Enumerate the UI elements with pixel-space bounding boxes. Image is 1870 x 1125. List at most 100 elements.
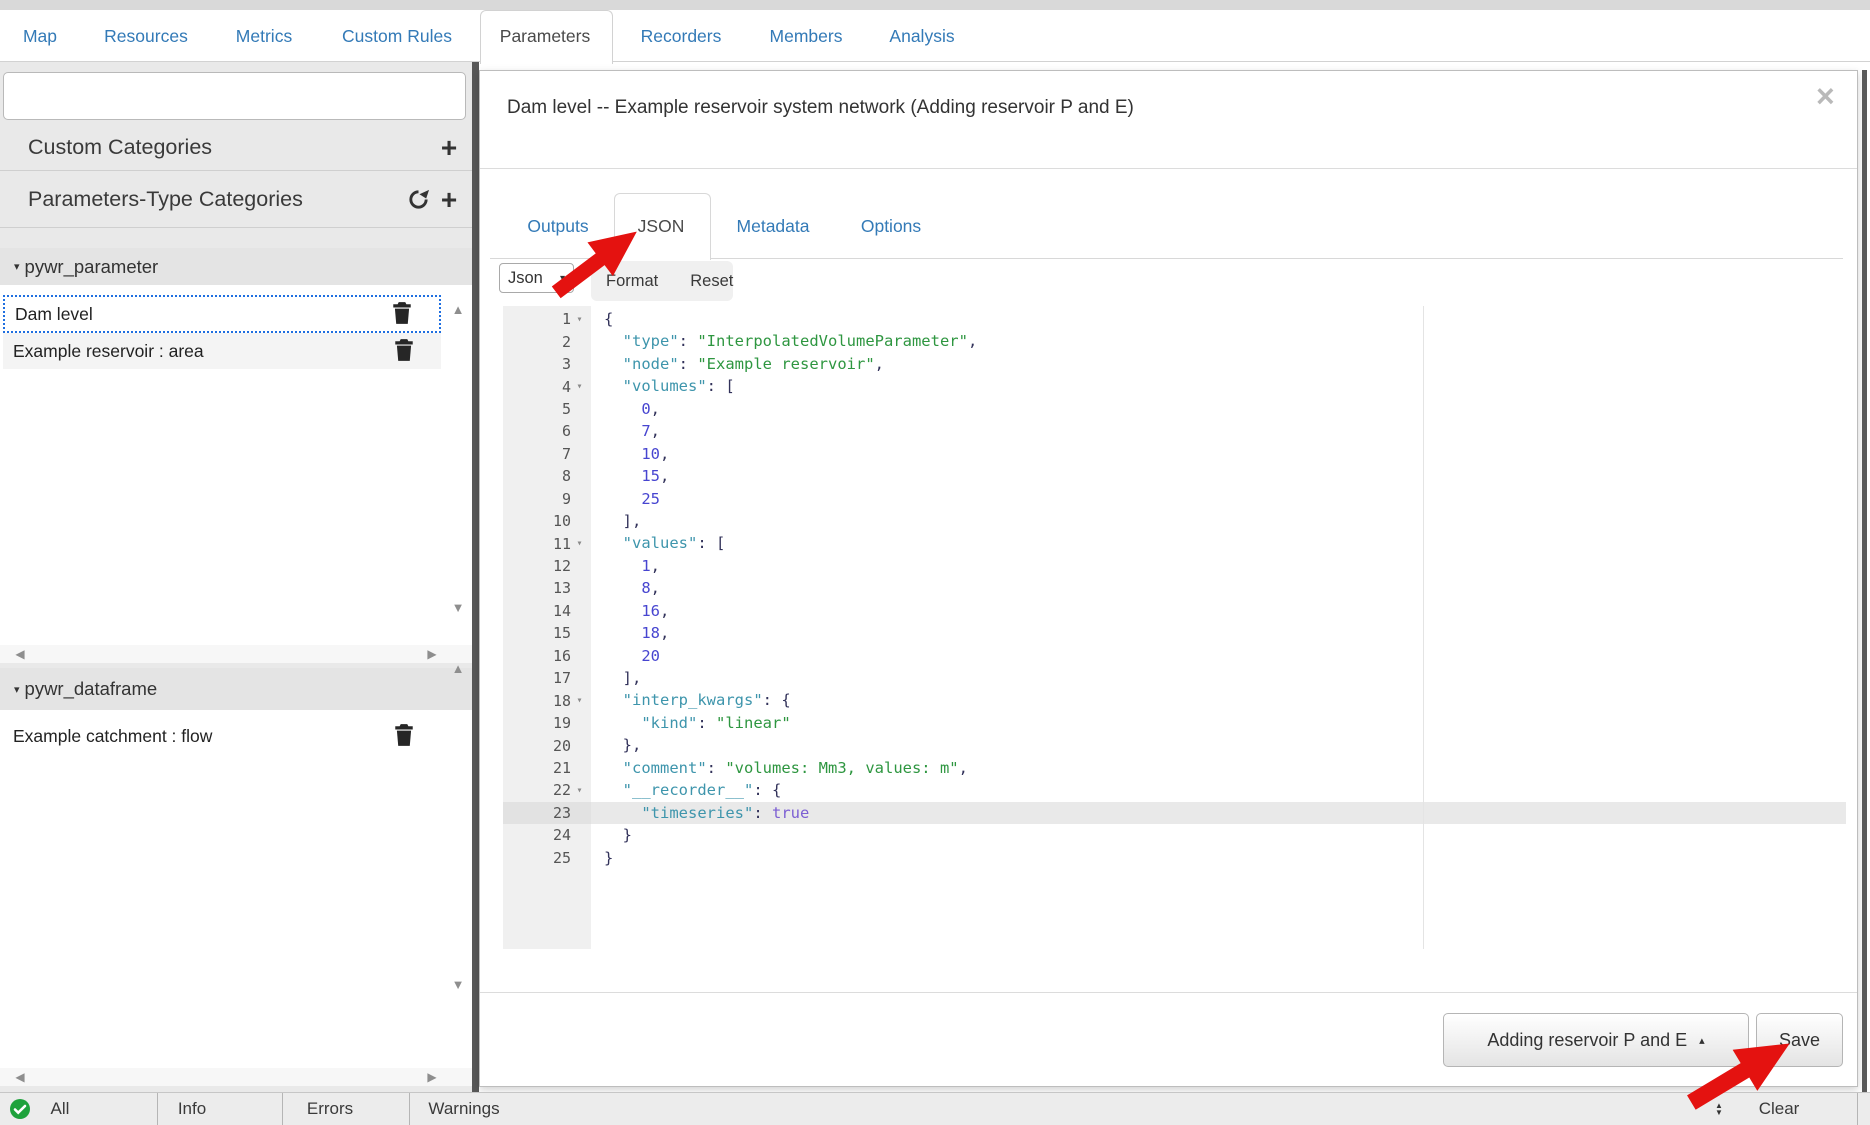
code-line: "timeseries": true (591, 802, 1846, 824)
status-filter-warnings[interactable]: Warnings (428, 1093, 499, 1125)
status-bar: All Info Errors Warnings ▲ ▼ Clear (0, 1092, 1870, 1125)
code-line: { (591, 308, 1846, 330)
code-line: 1, (591, 555, 1846, 577)
code-line: "node": "Example reservoir", (591, 353, 1846, 375)
add-param-type-category-button[interactable]: + (434, 172, 464, 227)
gutter-line-number: 3 (503, 353, 591, 375)
scroll-down-icon[interactable]: ▼ (448, 600, 468, 615)
scroll-right-icon[interactable]: ▶ (422, 647, 442, 661)
tab-parameters[interactable]: Parameters (500, 10, 590, 62)
list-item-label: Example catchment : flow (13, 726, 391, 747)
code-line: "interp_kwargs": { (591, 689, 1846, 711)
dialog-tab-json[interactable]: JSON (638, 193, 685, 259)
gutter-line-number: 2 (503, 330, 591, 352)
list-item-example-reservoir-area[interactable]: Example reservoir : area (3, 333, 441, 369)
code-line: 16, (591, 600, 1846, 622)
category-search-input[interactable] (3, 72, 466, 120)
tab-custom-rules[interactable]: Custom Rules (342, 10, 452, 62)
gutter-line-number: 4▾ (503, 375, 591, 397)
code-line: } (591, 847, 1846, 869)
status-filter-errors[interactable]: Errors (307, 1093, 353, 1125)
dialog-tab-metadata[interactable]: Metadata (737, 193, 810, 259)
editor-code[interactable]: { "type": "InterpolatedVolumeParameter",… (591, 306, 1846, 949)
add-custom-category-button[interactable]: + (434, 125, 464, 170)
gutter-line-number: 6 (503, 420, 591, 442)
status-filter-all[interactable]: All (51, 1093, 70, 1125)
gutter-line-number: 9 (503, 488, 591, 510)
param-type-categories-title: Parameters-Type Categories (28, 187, 303, 212)
gutter-line-number: 7 (503, 443, 591, 465)
dialog-right-edge (1862, 70, 1867, 1125)
scroll-up-icon[interactable]: ▲ (448, 661, 468, 676)
reset-button[interactable]: Reset (690, 272, 733, 291)
gutter-line-number: 18▾ (503, 689, 591, 711)
scroll-right-icon[interactable]: ▶ (422, 1070, 442, 1084)
custom-categories-header: Custom Categories + (0, 125, 472, 171)
sidebar-splitter[interactable] (472, 62, 479, 1092)
group-pywr-parameter[interactable]: ▾ pywr_parameter (0, 248, 472, 285)
format-button[interactable]: Format (606, 272, 658, 291)
code-line: 20 (591, 645, 1846, 667)
list-item-example-catchment-flow[interactable]: Example catchment : flow (3, 718, 441, 754)
tab-recorders[interactable]: Recorders (641, 10, 722, 62)
scenario-dropdown-button[interactable]: Adding reservoir P and E ▴ (1443, 1013, 1749, 1067)
tab-resources[interactable]: Resources (104, 10, 188, 62)
gutter-line-number: 11▾ (503, 532, 591, 554)
refresh-icon[interactable] (404, 172, 432, 227)
save-button[interactable]: Save (1756, 1013, 1843, 1067)
fold-caret-icon[interactable]: ▾ (571, 381, 588, 392)
gutter-line-number: 17 (503, 667, 591, 689)
pywr-dataframe-list: Example catchment : flow (0, 710, 472, 1068)
status-filter-info[interactable]: Info (178, 1093, 206, 1125)
caret-down-icon: ▾ (14, 683, 20, 696)
scroll-down-icon[interactable]: ▼ (448, 977, 468, 992)
window-top-strip (0, 0, 1870, 10)
pywr-parameter-list: Dam level Example reservoir : area (0, 285, 472, 645)
dialog-header-separator (480, 168, 1857, 169)
code-line: "__recorder__": { (591, 779, 1846, 801)
trash-icon[interactable] (389, 301, 415, 327)
gutter-line-number: 13 (503, 577, 591, 599)
list-item-dam-level[interactable]: Dam level (3, 295, 441, 333)
gutter-line-number: 1▾ (503, 308, 591, 330)
scenario-label: Adding reservoir P and E (1487, 1030, 1687, 1051)
code-line: } (591, 824, 1846, 846)
status-check-icon (10, 1099, 30, 1119)
dialog-tab-options[interactable]: Options (861, 193, 921, 259)
scroll-left-icon[interactable]: ◀ (10, 647, 30, 661)
fold-caret-icon[interactable]: ▾ (571, 695, 588, 706)
group-pywr-dataframe[interactable]: ▾ pywr_dataframe (0, 668, 472, 710)
dialog-footer-separator (480, 992, 1857, 993)
horizontal-scrollbar[interactable]: ◀ ▶ (0, 1068, 472, 1086)
trash-icon[interactable] (391, 723, 417, 749)
param-type-categories-header: Parameters-Type Categories + (0, 172, 472, 228)
scroll-up-icon[interactable]: ▲ (448, 302, 468, 317)
tab-metrics[interactable]: Metrics (236, 10, 292, 62)
code-line: 8, (591, 577, 1846, 599)
horizontal-scrollbar[interactable]: ◀ ▶ (0, 645, 472, 663)
close-icon[interactable]: × (1810, 79, 1841, 113)
tab-members[interactable]: Members (770, 10, 843, 62)
top-nav: Map Resources Metrics Custom Rules Param… (0, 10, 1870, 62)
dialog-tab-outputs[interactable]: Outputs (527, 193, 588, 259)
fold-caret-icon[interactable]: ▾ (571, 314, 588, 325)
sort-icon[interactable]: ▲ ▼ (1708, 1093, 1730, 1125)
scroll-left-icon[interactable]: ◀ (10, 1070, 30, 1084)
gutter-line-number: 20 (503, 734, 591, 756)
tab-analysis[interactable]: Analysis (889, 10, 954, 62)
json-mode-select[interactable]: Json ▾ (499, 263, 574, 293)
caret-down-icon: ▾ (14, 260, 20, 273)
categories-sidebar: Custom Categories + Parameters-Type Cate… (0, 62, 472, 1092)
app: Map Resources Metrics Custom Rules Param… (0, 0, 1870, 1125)
gutter-line-number: 19 (503, 712, 591, 734)
tab-map[interactable]: Map (23, 10, 57, 62)
gutter-line-number: 24 (503, 824, 591, 846)
group-label: pywr_parameter (25, 256, 159, 278)
fold-caret-icon[interactable]: ▾ (571, 785, 588, 796)
trash-icon[interactable] (391, 338, 417, 364)
dialog-title: Dam level -- Example reservoir system ne… (507, 97, 1134, 119)
gutter-line-number: 8 (503, 465, 591, 487)
custom-categories-title: Custom Categories (28, 135, 212, 160)
clear-log-button[interactable]: Clear (1759, 1093, 1800, 1125)
fold-caret-icon[interactable]: ▾ (571, 538, 588, 549)
